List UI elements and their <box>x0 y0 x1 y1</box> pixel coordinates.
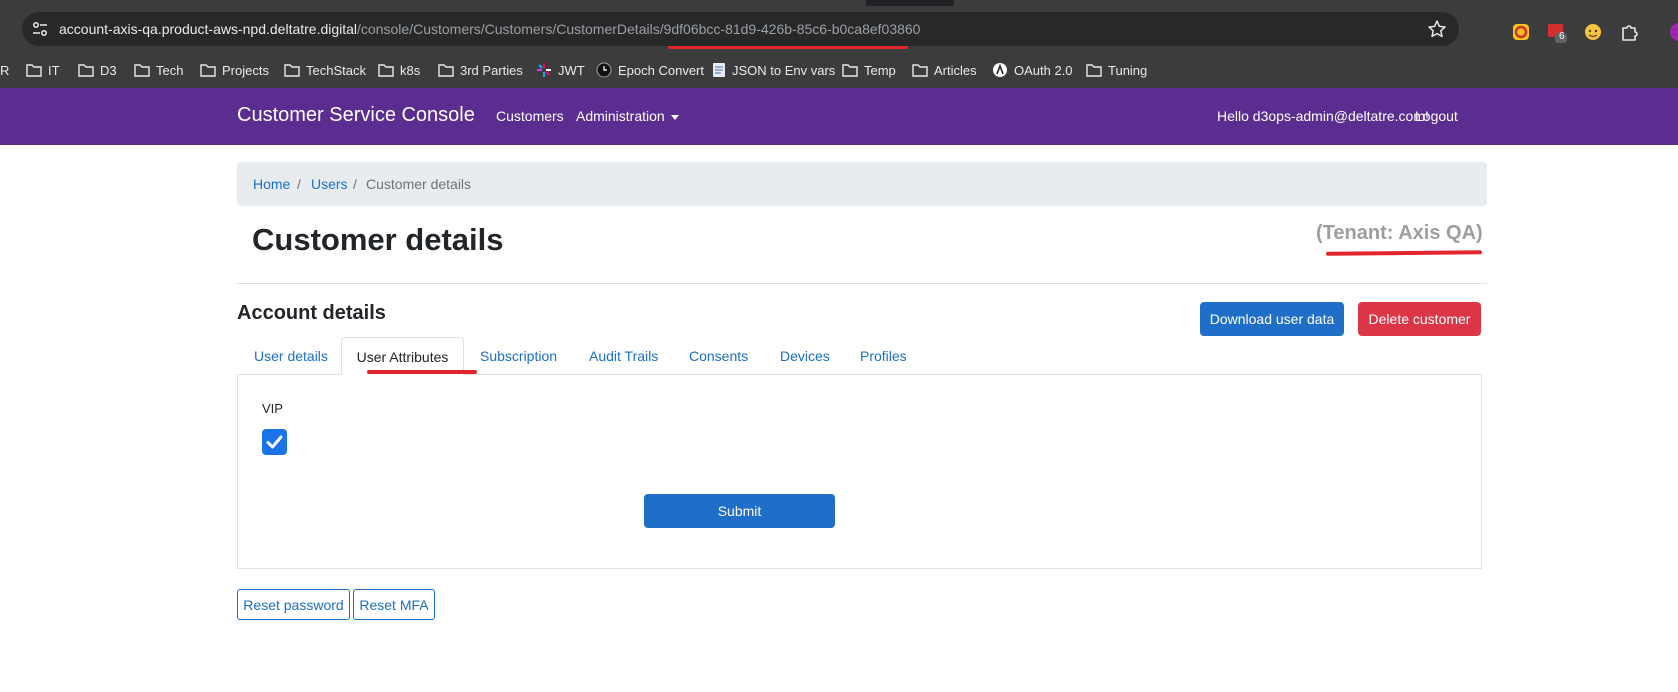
divider <box>237 283 1487 284</box>
breadcrumb-separator: / <box>297 176 301 192</box>
bookmark-label: 3rd Parties <box>460 62 523 78</box>
breadcrumb-current: Customer details <box>366 176 472 192</box>
notification-extension-icon[interactable]: 6 <box>1546 21 1568 43</box>
bookmark-label: Tech <box>156 62 184 78</box>
breadcrumb-separator: / <box>353 176 357 192</box>
tab-audit-trails[interactable]: Audit Trails <box>589 337 658 375</box>
tab-consents[interactable]: Consents <box>689 337 748 375</box>
bookmarks-bar: R IT D3 Tech Projects TechStack k8s 3rd … <box>0 52 1678 88</box>
url-host: account-axis-qa.product-aws-npd.deltatre… <box>59 21 358 37</box>
bookmark-label: Epoch Convert <box>618 62 704 78</box>
url-customer-id: 9df06bcc-81d9-426b-85c6-b0ca8ef03860 <box>663 21 921 37</box>
tab-devices[interactable]: Devices <box>780 337 830 375</box>
bookmark-label: D3 <box>100 62 117 78</box>
folder-icon <box>284 64 300 77</box>
bookmark-folder-projects[interactable]: Projects <box>200 61 269 79</box>
app-navbar: Customer Service Console Customers Admin… <box>0 88 1678 145</box>
logout-link[interactable]: Logout <box>1415 108 1458 124</box>
nav-administration-label: Administration <box>576 108 665 124</box>
account-details-heading: Account details <box>237 302 386 324</box>
download-user-data-button[interactable]: Download user data <box>1200 302 1344 336</box>
folder-icon <box>912 64 928 77</box>
nav-customers-link[interactable]: Customers <box>496 108 564 124</box>
chevron-down-icon <box>670 114 679 120</box>
jwt-icon <box>537 63 551 77</box>
checkmark-icon <box>266 435 283 449</box>
bookmark-label: OAuth 2.0 <box>1014 62 1073 78</box>
bookmark-label: IT <box>48 62 60 78</box>
site-info-icon[interactable] <box>32 21 48 37</box>
folder-icon <box>1086 64 1102 77</box>
bookmark-label: Projects <box>222 62 269 78</box>
bookmark-folder-articles[interactable]: Articles <box>912 61 977 79</box>
tab-subscription[interactable]: Subscription <box>480 337 557 375</box>
breadcrumb-users[interactable]: Users <box>311 176 348 192</box>
bookmark-folder-3rd-parties[interactable]: 3rd Parties <box>438 61 523 79</box>
bookmark-folder-d3[interactable]: D3 <box>78 61 117 79</box>
bookmark-folder-it[interactable]: IT <box>26 61 60 79</box>
folder-icon <box>842 64 858 77</box>
tenant-label: (Tenant: Axis QA) <box>1316 222 1483 244</box>
active-tab-annotation <box>367 370 477 374</box>
tenant-annotation <box>1325 250 1483 256</box>
vip-checkbox[interactable] <box>262 429 287 455</box>
tab-user-details[interactable]: User details <box>254 337 328 375</box>
extensions-puzzle-icon[interactable] <box>1618 21 1640 43</box>
bookmark-star-icon[interactable] <box>1427 19 1447 39</box>
tab-profiles[interactable]: Profiles <box>860 337 907 375</box>
submit-button[interactable]: Submit <box>644 494 835 528</box>
bookmark-epoch-convert[interactable]: Epoch Convert <box>596 61 704 79</box>
bookmark-folder-tuning[interactable]: Tuning <box>1086 61 1147 79</box>
folder-icon <box>78 64 94 77</box>
user-greeting: Hello d3ops-admin@deltatre.com! <box>1217 108 1429 124</box>
address-bar[interactable]: account-axis-qa.product-aws-npd.deltatre… <box>22 12 1459 46</box>
bookmark-label: Articles <box>934 62 977 78</box>
reset-password-button[interactable]: Reset password <box>237 589 350 620</box>
bookmark-folder-tech[interactable]: Tech <box>134 61 183 79</box>
bookmark-item[interactable]: R <box>0 61 9 79</box>
folder-icon <box>200 64 216 77</box>
bookmark-label: JWT <box>558 62 585 78</box>
vip-label: VIP <box>262 401 283 416</box>
bookmark-folder-techstack[interactable]: TechStack <box>284 61 366 79</box>
nav-administration-dropdown[interactable]: Administration <box>576 108 679 124</box>
page-icon <box>713 63 725 77</box>
reset-mfa-button[interactable]: Reset MFA <box>353 589 435 620</box>
oauth-icon <box>993 63 1007 77</box>
extension-badge: 6 <box>1559 31 1565 42</box>
bookmark-jwt[interactable]: JWT <box>536 61 585 79</box>
url-text[interactable]: account-axis-qa.product-aws-npd.deltatre… <box>59 21 920 37</box>
folder-icon <box>134 64 150 77</box>
bookmark-label: k8s <box>400 62 421 78</box>
bookmark-label: JSON to Env vars <box>732 62 836 78</box>
folder-icon <box>26 64 42 77</box>
bookmark-oauth[interactable]: OAuth 2.0 <box>992 61 1073 79</box>
brand-title[interactable]: Customer Service Console <box>237 104 475 127</box>
breadcrumb-home[interactable]: Home <box>253 176 290 192</box>
url-path: /console/Customers/Customers/CustomerDet… <box>357 21 664 37</box>
user-attributes-panel <box>237 374 1482 569</box>
folder-icon <box>438 64 454 77</box>
bookmark-label: Tuning <box>1108 62 1148 78</box>
clock-icon <box>596 62 612 78</box>
delete-customer-button[interactable]: Delete customer <box>1358 302 1481 336</box>
extension-icon[interactable] <box>1510 21 1532 43</box>
breadcrumb: Home / Users / Customer details <box>237 162 1487 206</box>
bookmark-folder-temp[interactable]: Temp <box>842 61 896 79</box>
emoji-extension-icon[interactable] <box>1582 21 1604 43</box>
folder-icon <box>378 64 394 77</box>
url-id-annotation <box>668 46 908 49</box>
bookmark-label: Temp <box>864 62 896 78</box>
bookmark-label: R <box>0 62 10 78</box>
bookmark-json-to-env[interactable]: JSON to Env vars <box>712 61 835 79</box>
bookmark-label: TechStack <box>306 62 366 78</box>
page-title: Customer details <box>252 222 504 257</box>
profile-avatar[interactable] <box>1668 21 1678 43</box>
bookmark-folder-k8s[interactable]: k8s <box>378 61 420 79</box>
